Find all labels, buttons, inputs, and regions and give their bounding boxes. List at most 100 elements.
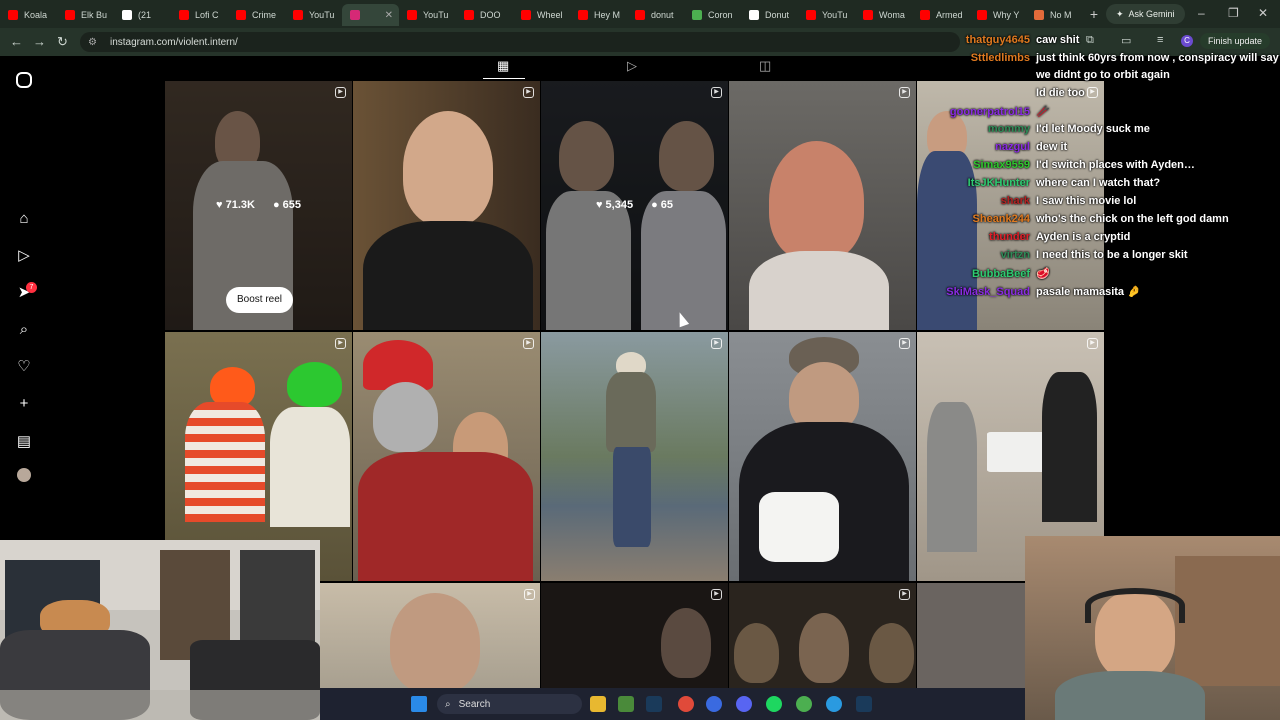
chat-message: ItsJKHunter where can I watch that? [916,177,1160,189]
taskbar-search[interactable]: ⌕ Search [437,694,582,714]
reading-list-icon[interactable]: ≡ [1157,34,1163,46]
extensions-icon[interactable]: ⧉ [1086,34,1094,47]
home-icon[interactable]: ⌂ [14,208,34,228]
browser-tab[interactable]: Hey M [570,4,627,26]
steam-icon[interactable] [856,696,872,712]
tab-favicon-icon [521,10,531,20]
reel-icon: ▶ [1087,87,1098,98]
browser-tab[interactable]: Elk Bu [57,4,114,26]
windows-start-icon[interactable] [411,696,427,712]
tab-label: Woma [879,10,905,20]
reload-icon[interactable]: ↻ [57,34,68,50]
spotify-icon[interactable] [766,696,782,712]
dashboard-icon[interactable]: ▤ [14,431,34,451]
tab-posts-grid-icon[interactable]: ▦ [497,58,509,74]
tab-favicon-icon [749,10,759,20]
reels-icon[interactable]: ▷ [14,245,34,265]
app-icon[interactable] [706,696,722,712]
browser-tab[interactable]: Crime [228,4,285,26]
reel-icon: ▶ [899,589,910,600]
site-info-icon[interactable]: ⚙ [88,37,102,48]
post-tile[interactable]: ▶ [320,583,540,688]
post-tile[interactable]: ▶ [353,332,540,581]
tab-label: YouTu [423,10,449,20]
app-icon[interactable] [826,696,842,712]
post-tile[interactable]: ▶ [729,81,916,330]
browser-tab[interactable]: Woma [855,4,912,26]
reel-icon: ▶ [899,338,910,349]
post-tile[interactable]: ▶ [729,332,916,581]
browser-tab[interactable]: YouTu [798,4,855,26]
cast-icon[interactable]: ▭ [1121,34,1131,47]
chat-username: BubbaBeef [971,268,1030,280]
ask-gemini-button[interactable]: ✦ Ask Gemini [1106,4,1185,24]
chat-text: I'd let Moody suck me [1036,123,1150,135]
create-icon[interactable]: + [14,393,34,413]
profile-avatar-icon[interactable] [17,468,31,482]
search-icon[interactable]: ⌕ [14,319,34,339]
post-tile[interactable]: ▶ ♥ 5,345 ● 65 [541,81,728,330]
address-bar[interactable]: ⚙ instagram.com/violent.intern/ [80,32,960,52]
notifications-heart-icon[interactable]: ♡ [14,356,34,376]
tab-label: Lofi C [195,10,219,20]
browser-tab[interactable]: ✕ [342,4,399,26]
gemini-icon: ✦ [1116,8,1124,19]
chat-username: virtzn [1000,249,1030,261]
browser-tab[interactable]: Armed [912,4,969,26]
instagram-logo-icon[interactable] [16,72,32,88]
post-tile[interactable]: ▶ [353,81,540,330]
minimize-icon[interactable]: – [1198,6,1205,20]
post-tile[interactable]: ▶ [541,583,728,688]
tab-favicon-icon [920,10,930,20]
chat-text: just think 60yrs from now , conspiracy w… [1036,52,1279,64]
close-window-icon[interactable]: ✕ [1258,6,1268,20]
chat-text: where can I watch that? [1036,177,1161,189]
back-icon[interactable]: ← [10,34,23,49]
tab-label: Elk Bu [81,10,108,20]
boost-reel-button[interactable]: Boost reel [226,287,294,313]
browser-tab[interactable]: Koala [0,4,57,26]
tab-label: Armed [936,10,963,20]
post-tile[interactable]: ▶ [729,583,916,688]
chat-username: Sheank244 [972,213,1030,225]
file-explorer-icon[interactable] [590,696,606,712]
chrome-icon[interactable] [678,696,694,712]
app-icon[interactable] [618,696,634,712]
browser-tab[interactable]: (21 [114,4,171,26]
post-tile[interactable]: ▶ [541,332,728,581]
browser-tab[interactable]: Donut [741,4,798,26]
post-tile[interactable] [917,583,1025,688]
new-tab-button[interactable]: + [1083,6,1105,22]
tab-favicon-icon [977,10,987,20]
profile-avatar[interactable]: C [1181,35,1193,47]
browser-tab[interactable]: DOO [456,4,513,26]
browser-tab[interactable]: Wheel [513,4,570,26]
chat-username: thatguy4645 [965,34,1030,46]
browser-tab[interactable]: YouTu [285,4,342,26]
tab-reels-icon[interactable]: ▷ [627,58,637,74]
chrome-icon[interactable] [796,696,812,712]
browser-tab[interactable]: Lofi C [171,4,228,26]
reel-icon: ▶ [335,87,346,98]
chat-text: I'd switch places with Ayden… [1036,159,1195,171]
chat-text: 🥩 [1036,268,1050,280]
tab-tagged-icon[interactable]: ◫ [759,58,771,74]
post-tile[interactable]: ▶ ♥ 71.3K ● 655 Boost reel [165,81,352,330]
likes-count: ♥ 71.3K [215,199,255,211]
browser-tab[interactable]: No M [1026,4,1083,26]
close-tab-icon[interactable]: ✕ [385,10,393,21]
chat-username: mommy [987,123,1030,135]
forward-icon[interactable]: → [33,34,46,49]
tab-favicon-icon [863,10,873,20]
discord-icon[interactable] [736,696,752,712]
finish-update-button[interactable]: Finish update [1200,33,1271,49]
steam-icon[interactable] [646,696,662,712]
tab-label: Donut [765,10,790,20]
browser-tab[interactable]: Why Y [969,4,1026,26]
chat-message: Id die too [916,87,1085,99]
reel-icon: ▶ [899,87,910,98]
browser-tab[interactable]: donut [627,4,684,26]
maximize-icon[interactable]: ❐ [1228,6,1239,20]
browser-tab[interactable]: Coron [684,4,741,26]
browser-tab[interactable]: YouTu [399,4,456,26]
